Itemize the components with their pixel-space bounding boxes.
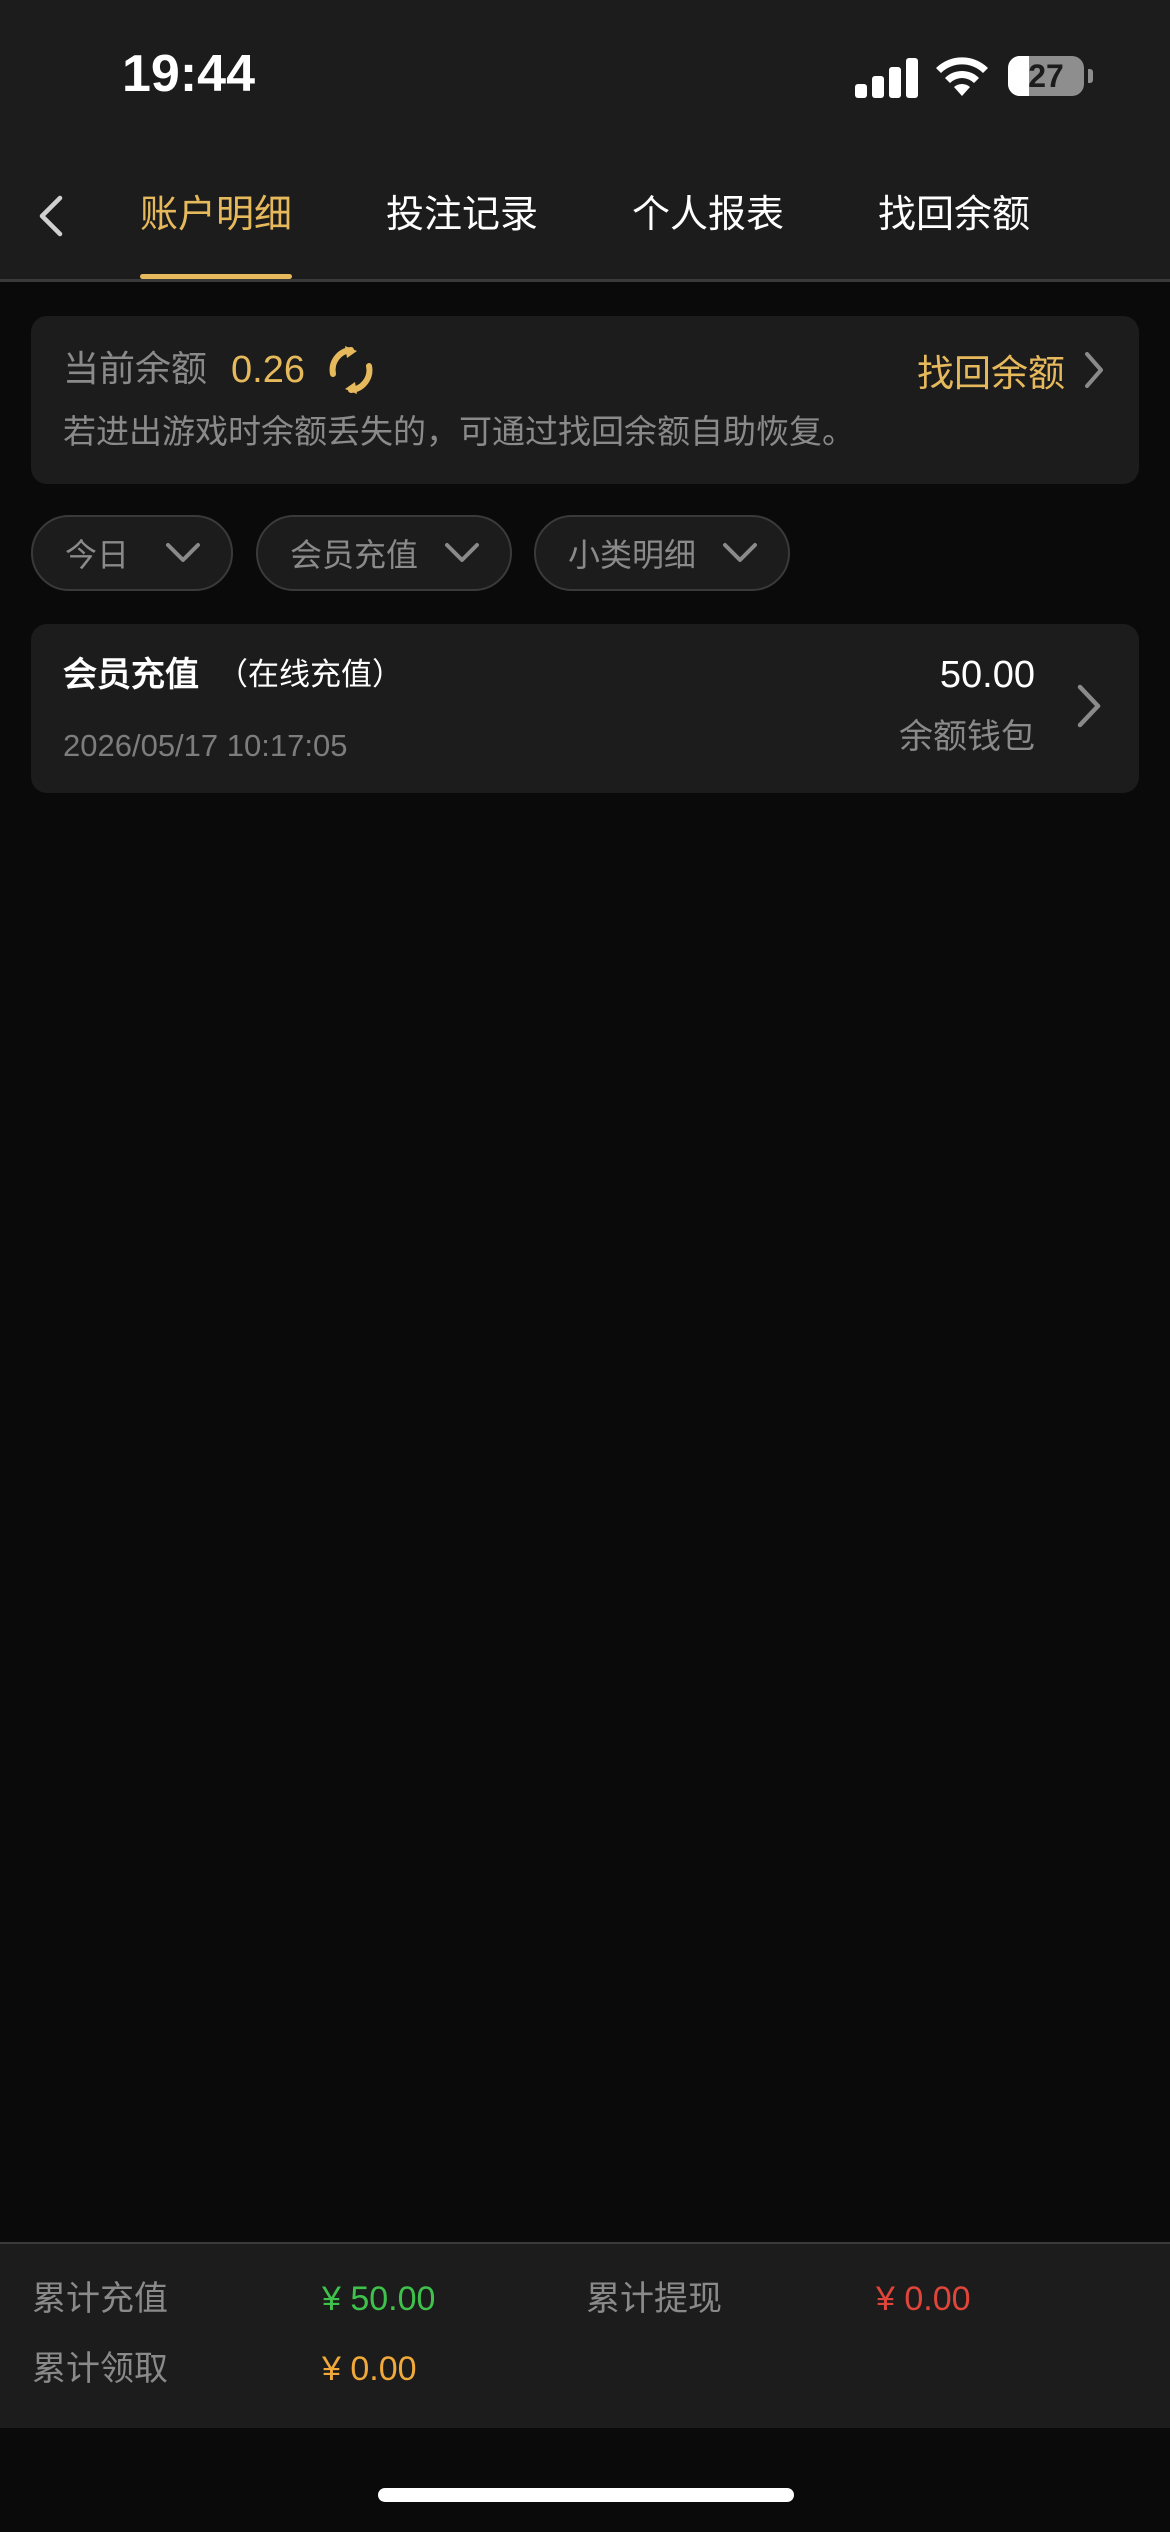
total-recharge-value: ¥ 50.00 xyxy=(322,2280,436,2318)
filter-subcategory-label: 小类明细 xyxy=(568,536,697,574)
chevron-down-icon xyxy=(445,543,479,562)
cellular-signal-icon xyxy=(855,56,918,98)
battery-icon: 27 xyxy=(1008,56,1084,96)
record-subtitle: （在线充值） xyxy=(217,657,403,693)
total-claim-label: 累计领取 xyxy=(32,2349,168,2389)
record-time: 2026/05/17 10:17:05 xyxy=(63,728,348,763)
recover-balance-label: 找回余额 xyxy=(917,352,1065,395)
total-claim-value: ¥ 0.00 xyxy=(322,2350,417,2388)
chevron-right-icon xyxy=(1077,684,1101,728)
battery-level: 27 xyxy=(1028,58,1064,94)
tab-bet-records[interactable]: 投注记录 xyxy=(386,184,538,244)
tab-recover-balance[interactable]: 找回余额 xyxy=(878,184,1030,244)
status-bar: 19:44 27 xyxy=(0,0,1170,150)
record-wallet: 余额钱包 xyxy=(899,717,1035,757)
total-withdraw-label: 累计提现 xyxy=(586,2279,722,2319)
balance-label: 当前余额 xyxy=(63,349,208,390)
filter-date[interactable]: 今日 xyxy=(31,515,233,591)
tab-personal-report[interactable]: 个人报表 xyxy=(632,184,784,244)
summary-footer: 累计充值 ¥ 50.00 累计提现 ¥ 0.00 累计领取 ¥ 0.00 xyxy=(0,2242,1170,2428)
chevron-down-icon xyxy=(166,543,200,562)
total-withdraw-value: ¥ 0.00 xyxy=(876,2280,971,2318)
home-indicator[interactable] xyxy=(378,2488,794,2502)
chevron-right-icon xyxy=(1085,352,1103,388)
filter-subcategory[interactable]: 小类明细 xyxy=(534,515,790,591)
battery-tip xyxy=(1088,69,1093,83)
balance-card: 当前余额 0.26 找回余额 若进出游戏时余额丢失的，可通过找回余额自助恢复。 xyxy=(31,316,1139,484)
recover-balance-link[interactable]: 找回余额 xyxy=(917,344,1105,396)
record-title: 会员充值 xyxy=(63,655,199,695)
filter-category[interactable]: 会员充值 xyxy=(256,515,512,591)
refresh-icon[interactable] xyxy=(325,344,377,396)
list-item[interactable]: 会员充值 （在线充值） 2026/05/17 10:17:05 50.00 余额… xyxy=(31,624,1139,793)
active-tab-indicator xyxy=(140,274,292,279)
filter-category-label: 会员充值 xyxy=(290,536,419,574)
chevron-left-icon[interactable] xyxy=(26,186,76,246)
record-amount: 50.00 xyxy=(939,654,1035,696)
tab-account-details[interactable]: 账户明细 xyxy=(140,184,292,244)
balance-tip: 若进出游戏时余额丢失的，可通过找回余额自助恢复。 xyxy=(63,412,855,451)
filter-date-label: 今日 xyxy=(65,536,130,574)
status-time: 19:44 xyxy=(122,45,255,103)
balance-value: 0.26 xyxy=(231,349,305,391)
top-nav: 账户明细 投注记录 个人报表 找回余额 xyxy=(0,150,1170,282)
wifi-icon xyxy=(936,57,988,96)
total-recharge-label: 累计充值 xyxy=(32,2279,168,2319)
chevron-down-icon xyxy=(723,543,757,562)
